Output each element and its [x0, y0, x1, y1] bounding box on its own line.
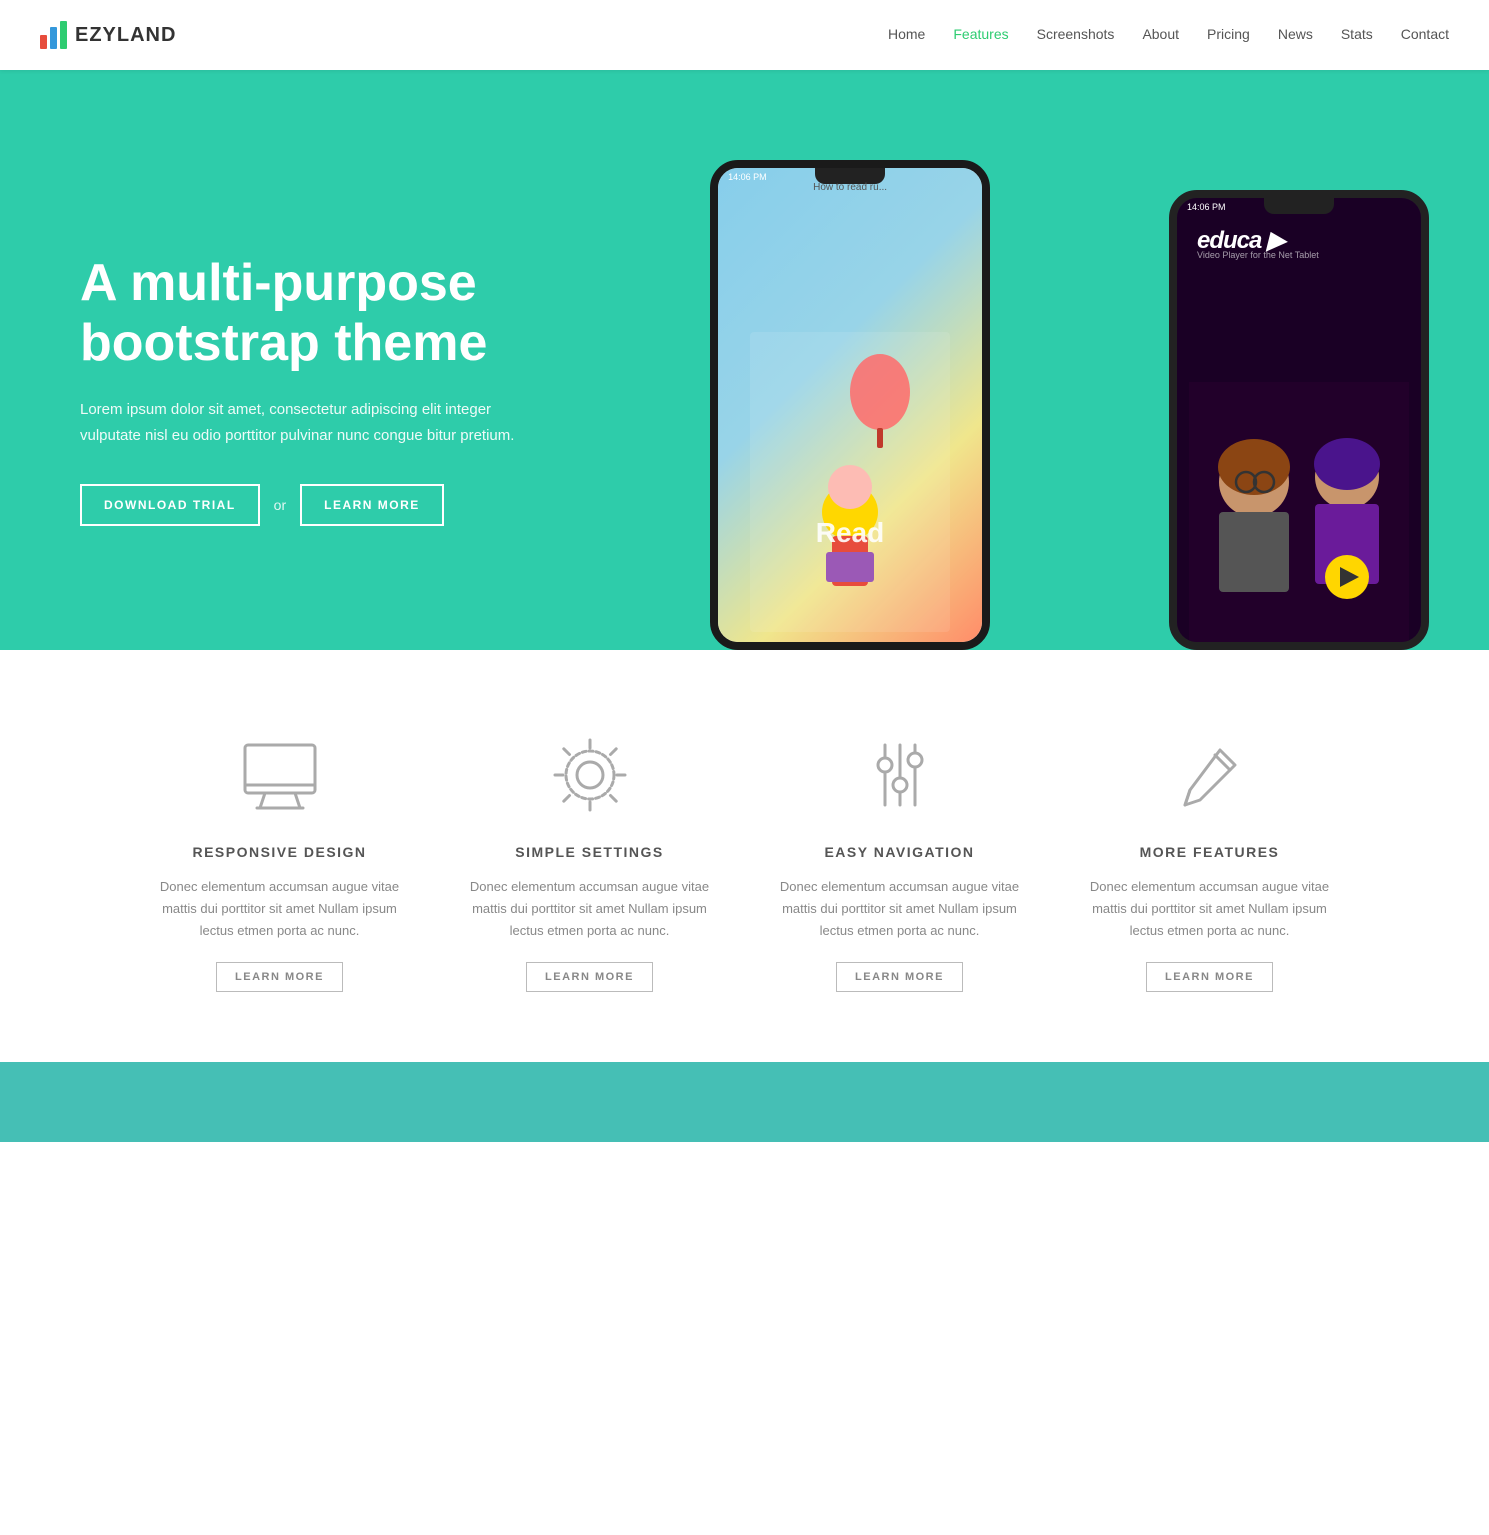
feature-card-settings: SIMPLE SETTINGS Donec elementum accumsan… [455, 730, 725, 992]
phone-time-front: 14:06 PM [1187, 202, 1226, 212]
logo[interactable]: EZYLAND [40, 21, 176, 49]
nav-link-features[interactable]: Features [953, 26, 1008, 42]
nav-link-home[interactable]: Home [888, 26, 925, 42]
nav-link-about[interactable]: About [1142, 26, 1179, 42]
logo-icon [40, 21, 67, 49]
features-section: RESPONSIVE DESIGN Donec elementum accums… [0, 650, 1489, 1062]
feature-btn-more[interactable]: LEARN MORE [1146, 962, 1273, 992]
educa-subtitle: Video Player for the Net Tablet [1197, 250, 1319, 260]
feature-title-more: MORE FEATURES [1140, 844, 1280, 860]
hero-section: A multi-purpose bootstrap theme Lorem ip… [0, 70, 1489, 650]
nav-links: Home Features Screenshots About Pricing … [888, 26, 1449, 44]
phone-time-back: 14:06 PM [728, 172, 767, 182]
feature-card-navigation: EASY NAVIGATION Donec elementum accumsan… [765, 730, 1035, 992]
nav-item-contact[interactable]: Contact [1401, 26, 1449, 44]
logo-bar-2 [50, 27, 57, 49]
pencil-icon [1165, 730, 1255, 820]
nav-item-pricing[interactable]: Pricing [1207, 26, 1250, 44]
logo-bar-3 [60, 21, 67, 49]
phone-container: 14:06 PM Rea [670, 120, 1489, 650]
nav-link-contact[interactable]: Contact [1401, 26, 1449, 42]
phone-status-back: 14:06 PM [728, 172, 972, 182]
phone-back: 14:06 PM Rea [710, 160, 990, 650]
nav-item-stats[interactable]: Stats [1341, 26, 1373, 44]
feature-title-responsive: RESPONSIVE DESIGN [192, 844, 366, 860]
nav-link-stats[interactable]: Stats [1341, 26, 1373, 42]
feature-card-responsive: RESPONSIVE DESIGN Donec elementum accums… [145, 730, 415, 992]
nav-item-news[interactable]: News [1278, 26, 1313, 44]
nav-item-features[interactable]: Features [953, 26, 1008, 44]
phone-subtitle-back: How to read ru... [813, 182, 887, 193]
phone-screen-front: 14:06 PM educa ▶ Video Player for the Ne… [1177, 198, 1421, 642]
phone-illustration-back: Read [750, 332, 950, 632]
feature-desc-more: Donec elementum accumsan augue vitae mat… [1075, 876, 1345, 942]
feature-btn-responsive[interactable]: LEARN MORE [216, 962, 343, 992]
hero-buttons: DOWNLOAD TRIAL or LEARN MORE [80, 484, 580, 526]
logo-bar-1 [40, 35, 47, 49]
features-grid: RESPONSIVE DESIGN Donec elementum accums… [145, 730, 1345, 992]
hero-image: 14:06 PM Rea [670, 120, 1489, 650]
phone-illustration-front [1189, 382, 1409, 642]
settings-icon [545, 730, 635, 820]
svg-text:Read: Read [816, 517, 884, 548]
navbar: EZYLAND Home Features Screenshots About … [0, 0, 1489, 70]
nav-link-news[interactable]: News [1278, 26, 1313, 42]
footer-bar [0, 1062, 1489, 1142]
nav-item-home[interactable]: Home [888, 26, 925, 44]
feature-btn-settings[interactable]: LEARN MORE [526, 962, 653, 992]
hero-title: A multi-purpose bootstrap theme [80, 254, 580, 374]
feature-title-settings: SIMPLE SETTINGS [515, 844, 664, 860]
hero-content: A multi-purpose bootstrap theme Lorem ip… [80, 254, 580, 527]
sliders-icon [855, 730, 945, 820]
nav-item-screenshots[interactable]: Screenshots [1037, 26, 1115, 44]
nav-link-pricing[interactable]: Pricing [1207, 26, 1250, 42]
feature-desc-responsive: Donec elementum accumsan augue vitae mat… [145, 876, 415, 942]
feature-btn-navigation[interactable]: LEARN MORE [836, 962, 963, 992]
nav-link-screenshots[interactable]: Screenshots [1037, 26, 1115, 42]
phone-status-front: 14:06 PM [1187, 202, 1411, 212]
monitor-icon [235, 730, 325, 820]
feature-desc-settings: Donec elementum accumsan augue vitae mat… [455, 876, 725, 942]
phone-front: 14:06 PM educa ▶ Video Player for the Ne… [1169, 190, 1429, 650]
download-trial-button[interactable]: DOWNLOAD TRIAL [80, 484, 260, 526]
feature-title-navigation: EASY NAVIGATION [824, 844, 974, 860]
logo-text: EZYLAND [75, 24, 176, 47]
hero-description: Lorem ipsum dolor sit amet, consectetur … [80, 397, 520, 448]
feature-card-more: MORE FEATURES Donec elementum accumsan a… [1075, 730, 1345, 992]
feature-desc-navigation: Donec elementum accumsan augue vitae mat… [765, 876, 1035, 942]
hero-or-text: or [274, 497, 286, 513]
nav-item-about[interactable]: About [1142, 26, 1179, 44]
phone-screen-back: 14:06 PM Rea [718, 168, 982, 642]
learn-more-button[interactable]: LEARN MORE [300, 484, 444, 526]
